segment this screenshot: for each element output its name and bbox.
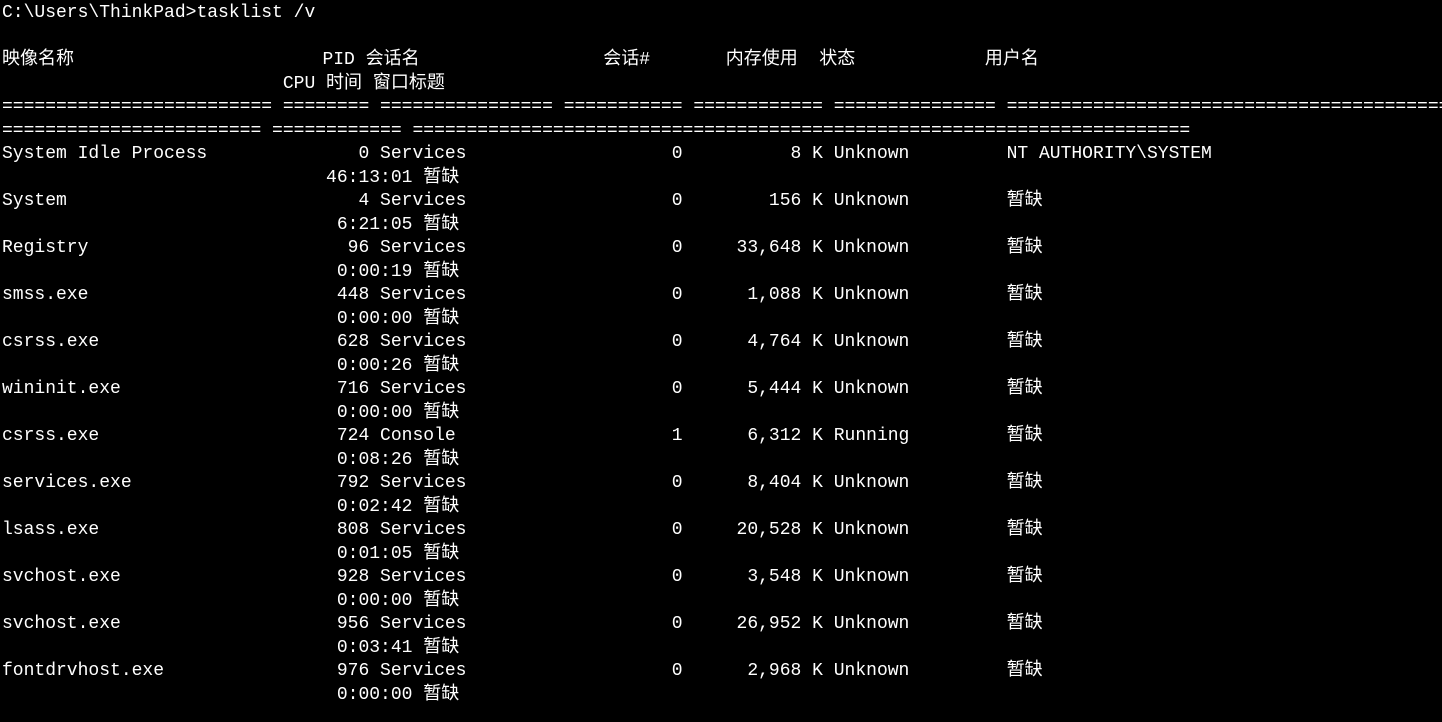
terminal-window[interactable]: C:\Users\ThinkPad>tasklist /v 映像名称 PID 会… (0, 0, 1442, 709)
prompt-line: C:\Users\ThinkPad>tasklist /v (2, 3, 315, 23)
header-line-1: 映像名称 PID 会话名 会话# 内存使用 状态 用户名 (2, 50, 1039, 70)
header-line-2: CPU 时间 窗口标题 (2, 74, 445, 94)
terminal-output: C:\Users\ThinkPad>tasklist /v 映像名称 PID 会… (2, 2, 1440, 707)
divider-line-2: ======================== ============ ==… (2, 121, 1190, 141)
divider-line-1: ========================= ======== =====… (2, 97, 1442, 117)
